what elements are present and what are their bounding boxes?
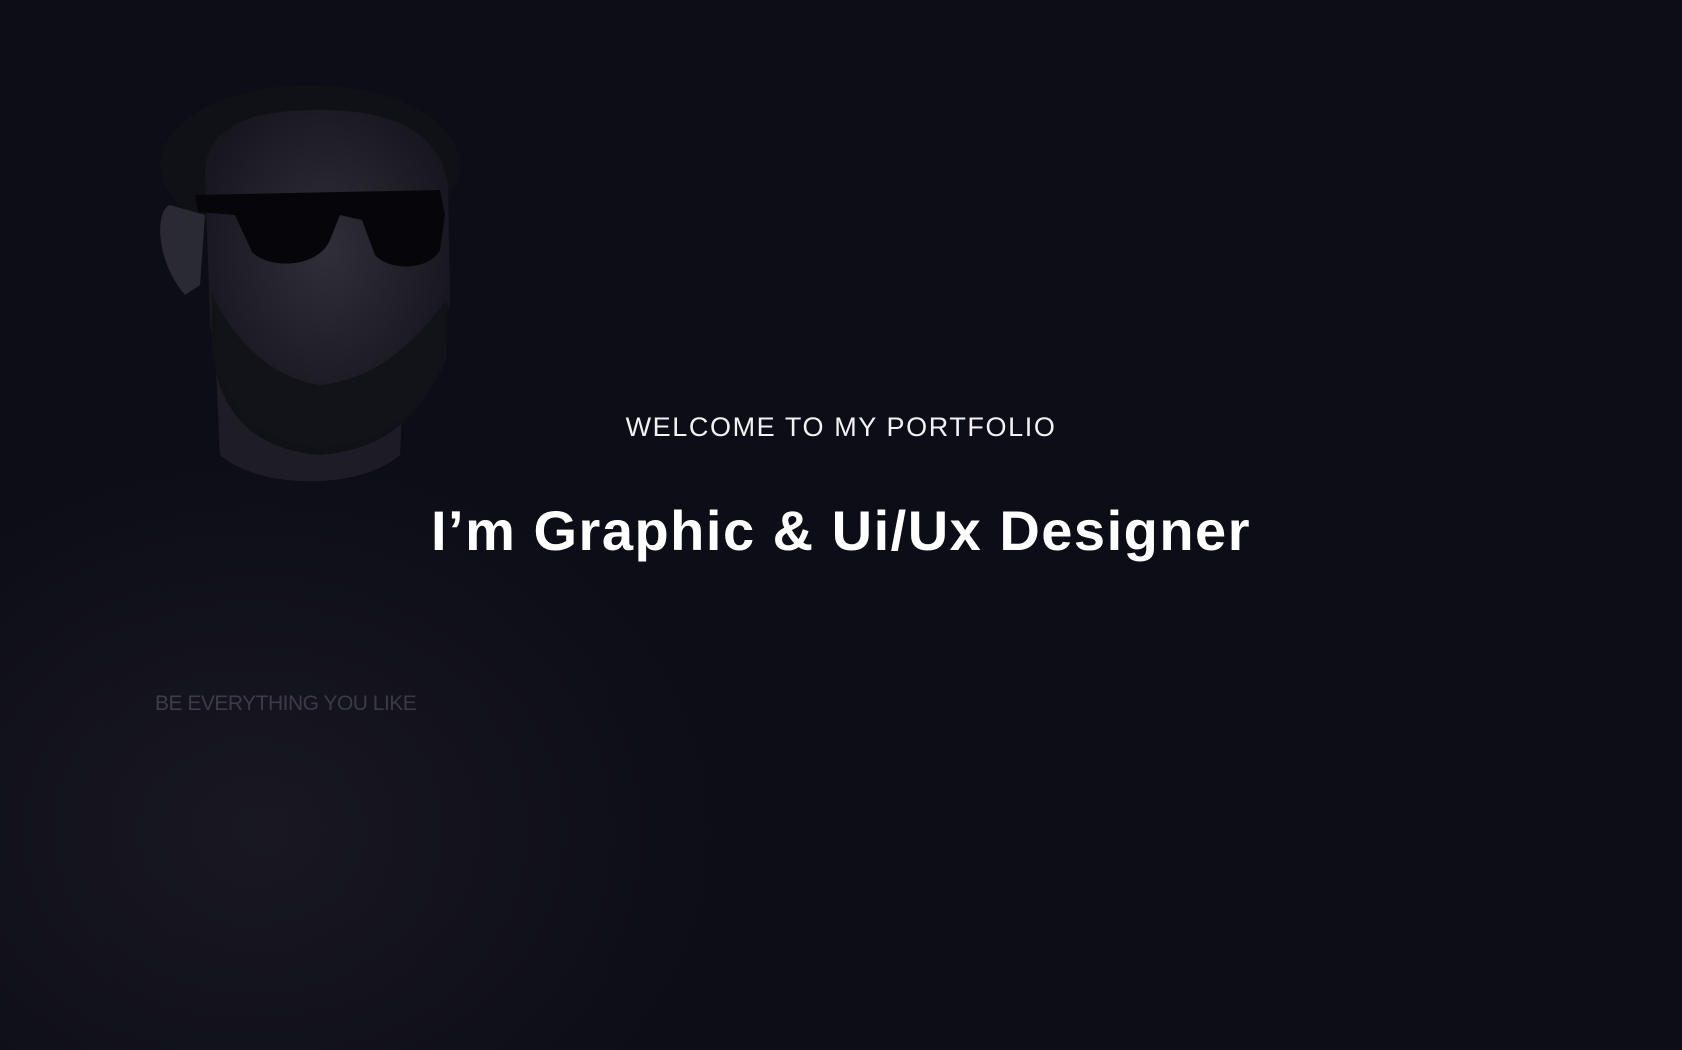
hero-title: I’m Graphic & Ui/Ux Designer — [431, 499, 1251, 562]
hero-content: WELCOME TO MY PORTFOLIO I’m Graphic & Ui… — [0, 0, 1682, 1050]
hero-subtitle: WELCOME TO MY PORTFOLIO — [625, 412, 1057, 442]
hero-section: BE EVERYTHING YOU LIKE WELCOME TO MY POR… — [0, 0, 1682, 1050]
